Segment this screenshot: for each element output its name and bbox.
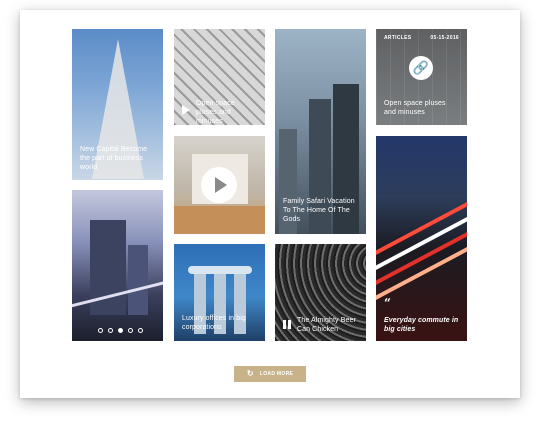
tile-article[interactable]: ARTICLES 05-15-2016 🔗 Open space pluses … bbox=[376, 29, 467, 125]
tile-new-capital[interactable]: New Capital Become the part of business … bbox=[72, 29, 163, 180]
load-more-button[interactable]: ↻ LOAD MORE bbox=[234, 366, 306, 382]
skypark-graphic bbox=[188, 266, 252, 274]
slider-dot[interactable] bbox=[98, 328, 103, 333]
slider-dot[interactable] bbox=[108, 328, 113, 333]
load-more-label: LOAD MORE bbox=[259, 371, 294, 377]
tile-caption: New Capital Become the part of business … bbox=[80, 146, 148, 171]
tile-city-slider[interactable] bbox=[72, 190, 163, 341]
tile-interior-video[interactable] bbox=[174, 136, 265, 234]
tile-luxury-offices[interactable]: Luxury offices in big corporations bbox=[174, 244, 265, 341]
quote-icon: “ bbox=[384, 296, 391, 310]
tile-caption: Open space pluses and minuses bbox=[384, 100, 446, 116]
pause-icon[interactable] bbox=[283, 320, 291, 329]
tile-caption: Family Safari Vacation To The Home Of Th… bbox=[283, 198, 355, 223]
tile-beer-can-chicken[interactable]: The Almighty Beer Can Chicken bbox=[275, 244, 366, 341]
tile-everyday-commute[interactable]: “ Everyday commute in big cities bbox=[376, 136, 467, 341]
slider-dots bbox=[98, 328, 143, 333]
play-icon[interactable] bbox=[201, 167, 237, 203]
tile-caption: Everyday commute in big cities bbox=[384, 317, 459, 333]
refresh-icon: ↻ bbox=[246, 369, 254, 378]
tile-caption: Luxury offices in big corporations bbox=[182, 315, 246, 331]
building-graphic bbox=[128, 245, 148, 315]
tile-open-space-dome[interactable]: Open space pluses and minuses bbox=[174, 29, 265, 125]
slider-dot-active[interactable] bbox=[118, 328, 123, 333]
slider-dot[interactable] bbox=[138, 328, 143, 333]
floor-graphic bbox=[174, 206, 265, 234]
play-icon[interactable] bbox=[182, 105, 190, 115]
link-icon[interactable]: 🔗 bbox=[409, 56, 433, 80]
article-label: ARTICLES bbox=[384, 35, 412, 41]
tile-caption: Open space pluses and minuses bbox=[196, 100, 235, 125]
tile-family-safari[interactable]: Family Safari Vacation To The Home Of Th… bbox=[275, 29, 366, 234]
slider-dot[interactable] bbox=[128, 328, 133, 333]
article-date: 05-15-2016 bbox=[430, 35, 459, 41]
tile-caption: The Almighty Beer Can Chicken bbox=[297, 317, 356, 333]
